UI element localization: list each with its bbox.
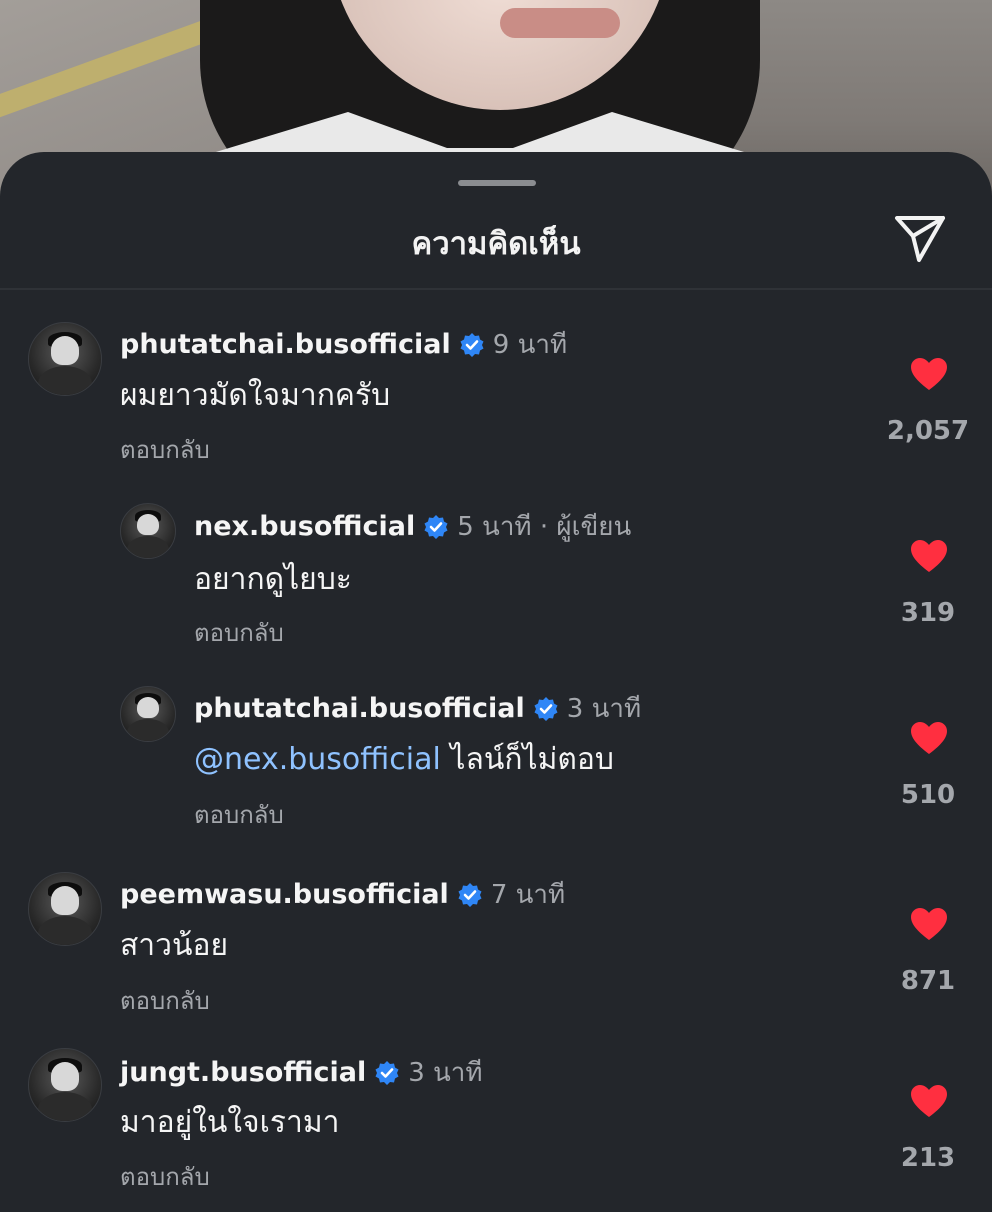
- comment-meta: phutatchai.busofficial 3 นาที: [194, 688, 641, 729]
- comment-meta: peemwasu.busofficial 7 นาที: [120, 874, 565, 915]
- reply-button[interactable]: ตอบกลับ: [120, 1157, 210, 1196]
- mention-link[interactable]: @nex.busofficial: [194, 742, 441, 777]
- like-count: 871: [900, 966, 956, 996]
- verified-badge-icon: [460, 332, 484, 357]
- sheet-title: ความคิดเห็น: [411, 226, 581, 262]
- avatar-face: [50, 1061, 80, 1091]
- comment-meta: nex.busofficial 5 นาที · ผู้เขียน: [194, 506, 631, 547]
- comment-text: ผมยาวมัดใจมากครับ: [120, 378, 391, 413]
- like-count: 213: [900, 1143, 956, 1173]
- reply-button[interactable]: ตอบกลับ: [120, 430, 210, 469]
- like-count: 319: [900, 598, 956, 628]
- username[interactable]: nex.busofficial: [194, 511, 415, 542]
- comment-time: 7 นาที: [490, 880, 566, 910]
- verified-badge-icon: [458, 882, 482, 907]
- heart-icon[interactable]: [909, 356, 949, 392]
- verified-badge-icon: [375, 1060, 399, 1085]
- comment-time: 3 นาที: [566, 694, 642, 724]
- avatar-shoulders: [127, 536, 169, 558]
- avatar[interactable]: [120, 686, 176, 742]
- avatar-face: [50, 335, 80, 365]
- avatar-face: [137, 696, 159, 719]
- avatar-shoulders: [37, 1092, 93, 1121]
- send-icon[interactable]: [893, 212, 947, 264]
- reply-button[interactable]: ตอบกลับ: [194, 795, 284, 834]
- comment-text: สาวน้อย: [120, 928, 229, 963]
- comment-text: มาอยู่ในใจเรามา: [120, 1105, 340, 1140]
- reply-button[interactable]: ตอบกลับ: [120, 981, 210, 1020]
- comment-text-body: ไลน์ก็ไม่ตอบ: [450, 742, 614, 777]
- reply-button[interactable]: ตอบกลับ: [194, 613, 284, 652]
- avatar-face: [137, 513, 159, 536]
- heart-icon[interactable]: [909, 1083, 949, 1119]
- username[interactable]: phutatchai.busofficial: [194, 693, 525, 724]
- comment-time: 5 นาที · ผู้เขียน: [457, 512, 632, 542]
- verified-badge-icon: [424, 514, 448, 539]
- verified-badge-icon: [534, 696, 558, 721]
- comment-meta: phutatchai.busofficial 9 นาที: [120, 324, 567, 365]
- comment-time: 9 นาที: [492, 330, 568, 360]
- avatar-shoulders: [37, 916, 93, 945]
- username[interactable]: peemwasu.busofficial: [120, 879, 449, 910]
- avatar[interactable]: [28, 872, 102, 946]
- heart-icon[interactable]: [909, 720, 949, 756]
- comment-text: อยากดูไยบะ: [194, 562, 352, 597]
- comment-text: @nex.busofficial ไลน์ก็ไม่ตอบ: [194, 736, 614, 783]
- username[interactable]: jungt.busofficial: [120, 1057, 366, 1088]
- comment-meta: jungt.busofficial 3 นาที: [120, 1052, 483, 1093]
- photo-lips: [500, 8, 620, 38]
- username[interactable]: phutatchai.busofficial: [120, 329, 451, 360]
- avatar[interactable]: [120, 503, 176, 559]
- avatar[interactable]: [28, 1048, 102, 1122]
- heart-icon[interactable]: [909, 906, 949, 942]
- avatar-shoulders: [37, 366, 93, 395]
- avatar-shoulders: [127, 719, 169, 741]
- heart-icon[interactable]: [909, 538, 949, 574]
- like-count: 2,057: [886, 416, 970, 446]
- header-divider: [0, 288, 992, 290]
- sheet-grabber[interactable]: [458, 180, 536, 186]
- comment-time: 3 นาที: [408, 1058, 483, 1088]
- avatar-face: [50, 885, 80, 915]
- like-count: 510: [900, 780, 956, 810]
- avatar[interactable]: [28, 322, 102, 396]
